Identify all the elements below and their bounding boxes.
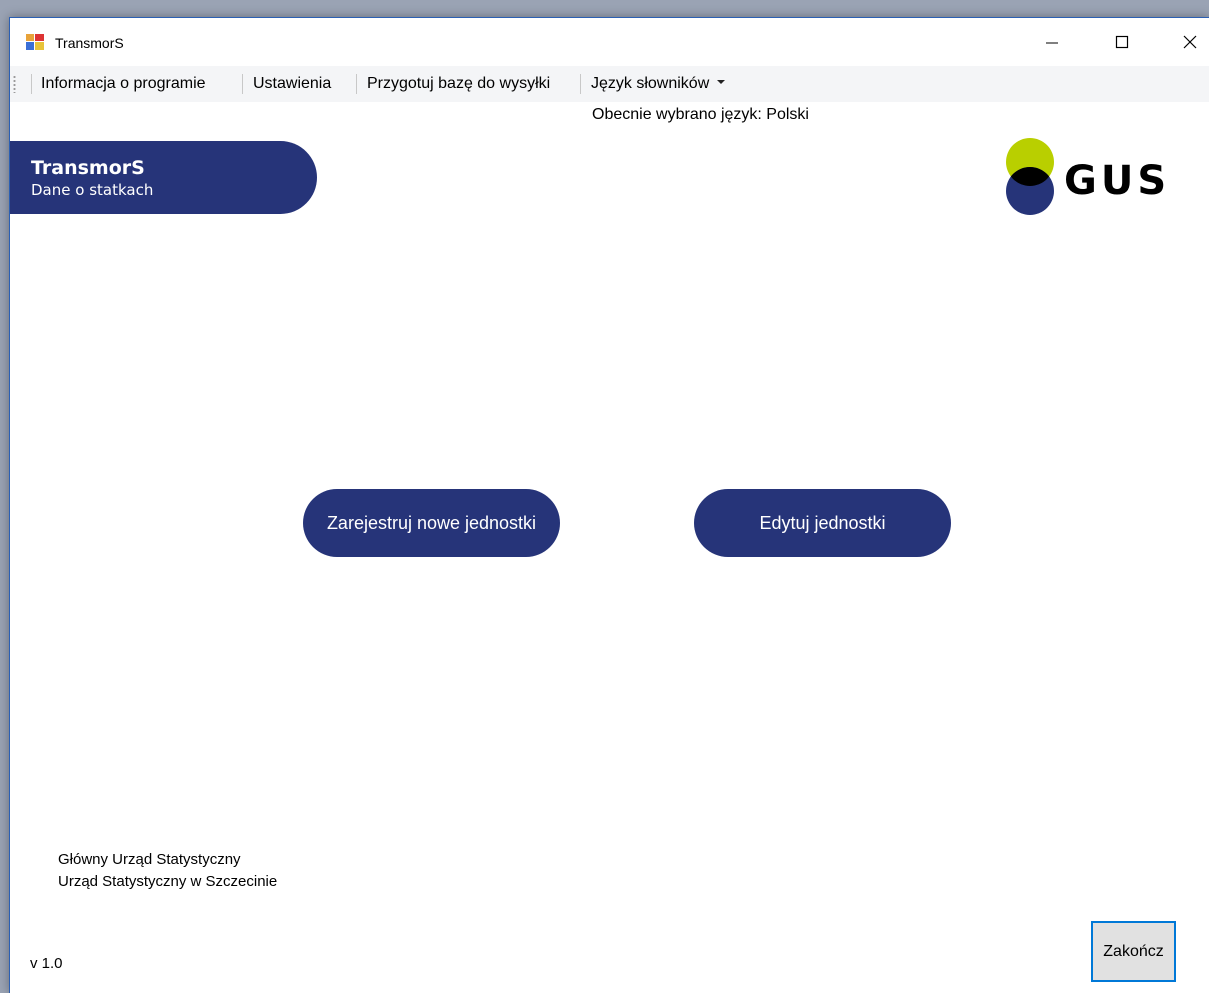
app-banner: TransmorS Dane o statkach	[10, 141, 317, 214]
close-button[interactable]	[1160, 18, 1209, 66]
dropdown-caret-icon	[717, 79, 726, 84]
banner-title: TransmorS	[31, 157, 145, 179]
gus-logo: GUS	[1006, 138, 1170, 215]
menu-item-settings[interactable]: Ustawienia	[253, 75, 331, 93]
edit-units-button[interactable]: Edytuj jednostki	[694, 489, 951, 557]
menu-item-program-info[interactable]: Informacja o programie	[41, 75, 206, 93]
minimize-icon	[1046, 42, 1058, 44]
menu-item-prepare-database[interactable]: Przygotuj bazę do wysyłki	[367, 75, 550, 93]
language-status: Obecnie wybrano język: Polski	[592, 106, 809, 123]
maximize-button[interactable]	[1092, 18, 1152, 66]
toolbar-grip[interactable]	[13, 75, 16, 93]
menu-item-dictionary-language[interactable]: Język słowników	[591, 75, 726, 93]
window-title: TransmorS	[55, 35, 124, 51]
maximize-icon	[1115, 35, 1129, 49]
register-new-units-button[interactable]: Zarejestruj nowe jednostki	[303, 489, 560, 557]
version-label: v 1.0	[30, 955, 63, 972]
menu-item-dictionary-language-label: Język słowników	[591, 75, 710, 92]
menu-separator	[242, 74, 243, 94]
minimize-button[interactable]	[1022, 18, 1082, 66]
menu-separator	[31, 74, 32, 94]
footer-office: Urząd Statystyczny w Szczecinie	[58, 873, 278, 890]
exit-button[interactable]: Zakończ	[1091, 921, 1176, 982]
banner-subtitle: Dane o statkach	[31, 181, 154, 199]
app-window: TransmorS Informacja o programie Ustawie…	[9, 17, 1209, 993]
app-icon	[26, 34, 44, 50]
footer-organization: Główny Urząd Statystyczny	[58, 851, 241, 868]
close-icon	[1183, 35, 1197, 49]
menu-bar: Informacja o programie Ustawienia Przygo…	[10, 66, 1209, 102]
title-bar[interactable]: TransmorS	[10, 18, 1209, 66]
menu-separator	[580, 74, 581, 94]
logo-text: GUS	[1064, 158, 1170, 204]
menu-separator	[356, 74, 357, 94]
